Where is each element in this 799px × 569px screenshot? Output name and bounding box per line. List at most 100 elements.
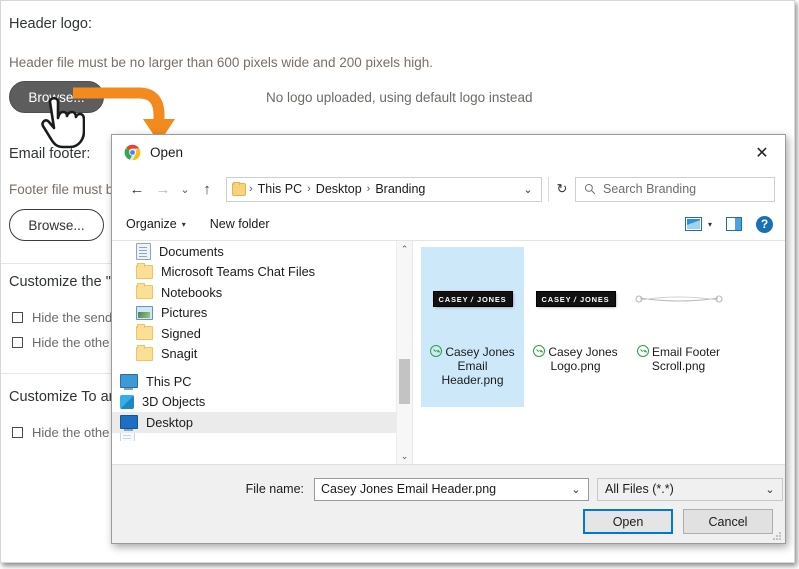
view-mode-button[interactable]: ▾ xyxy=(684,217,712,231)
checkmark-icon xyxy=(430,345,443,357)
recent-locations-icon[interactable]: ⌄ xyxy=(176,175,194,203)
file-name-label: Email Footer Scroll.png xyxy=(631,345,726,373)
dialog-body: Documents Microsoft Teams Chat Files Not… xyxy=(112,241,785,464)
chevron-down-icon: ▾ xyxy=(181,219,186,229)
scroll-up-icon[interactable]: ⌃ xyxy=(397,241,412,257)
search-placeholder: Search Branding xyxy=(603,182,697,196)
folder-icon xyxy=(136,344,153,361)
tree-item-label: Microsoft Teams Chat Files xyxy=(161,264,316,280)
tree-item-notebooks[interactable]: Notebooks xyxy=(112,282,412,303)
logo-text-jones: JONES xyxy=(580,294,610,304)
logo-text-jones: JONES xyxy=(477,294,507,304)
file-item-casey-jones-email-header[interactable]: CASEY / JONES Casey Jones Email Header.p… xyxy=(421,247,524,407)
tree-item-label: Documents xyxy=(159,243,224,259)
tree-item-label: This PC xyxy=(146,373,192,389)
checkbox-hide-sender[interactable] xyxy=(12,312,23,323)
dialog-button-row: Open Cancel xyxy=(583,509,773,534)
help-icon[interactable]: ? xyxy=(756,215,773,233)
view-mode-icon xyxy=(684,217,702,231)
file-item-email-footer-scroll[interactable]: Email Footer Scroll.png xyxy=(627,247,730,407)
scroll-down-icon[interactable]: ⌄ xyxy=(397,448,412,464)
hand-pointer-cursor xyxy=(41,96,85,149)
tree-item-partial[interactable] xyxy=(112,432,412,441)
checkbox-row-hide-other-1[interactable]: Hide the othe xyxy=(12,335,109,350)
navigation-pane: Documents Microsoft Teams Chat Files Not… xyxy=(112,241,412,464)
back-icon[interactable]: ← xyxy=(124,175,150,203)
logo-text-casey: CASEY xyxy=(438,294,469,304)
scroll-ornament-thumbnail xyxy=(634,295,723,303)
resize-grip[interactable] xyxy=(773,532,782,541)
toolbar-right-group: ▾ ? xyxy=(684,215,773,233)
search-input[interactable]: Search Branding xyxy=(575,176,775,202)
screenshot-frame: Header logo: Header file must be no larg… xyxy=(0,0,795,563)
customize-section-2-label: Customize To ar xyxy=(9,389,114,405)
breadcrumb-branding[interactable]: Branding xyxy=(371,182,429,196)
checkbox-row-hide-other-2[interactable]: Hide the othe xyxy=(12,425,109,440)
chevron-down-icon[interactable]: ⌄ xyxy=(760,483,780,496)
file-thumbnail: CASEY / JONES xyxy=(425,253,520,345)
scrollbar-thumb[interactable] xyxy=(399,359,410,404)
forward-icon[interactable]: → xyxy=(150,175,176,203)
document-icon xyxy=(120,432,135,441)
close-icon[interactable]: ✕ xyxy=(739,135,785,170)
address-bar[interactable]: › This PC › Desktop › Branding ⌄ xyxy=(226,176,542,202)
3d-objects-icon xyxy=(120,394,134,409)
checkbox-hide-other-2[interactable] xyxy=(12,427,23,438)
dialog-footer: File name: Casey Jones Email Header.png … xyxy=(112,464,785,543)
header-help-text: Header file must be no larger than 600 p… xyxy=(9,55,434,70)
footer-help-text: Footer file must b xyxy=(9,182,114,197)
organize-label: Organize xyxy=(126,217,177,231)
open-button[interactable]: Open xyxy=(583,509,673,534)
tree-item-label: Signed xyxy=(161,325,201,341)
tree-item-snagit[interactable]: Snagit xyxy=(112,344,412,365)
checkbox-hide-sender-label: Hide the send xyxy=(32,310,113,325)
breadcrumb-desktop[interactable]: Desktop xyxy=(312,182,366,196)
file-item-casey-jones-logo[interactable]: CASEY / JONES Casey Jones Logo.png xyxy=(524,247,627,407)
tree-item-signed[interactable]: Signed xyxy=(112,323,412,344)
refresh-icon[interactable]: ↻ xyxy=(548,176,575,202)
breadcrumb-this-pc[interactable]: This PC xyxy=(254,182,306,196)
filetype-value: All Files (*.*) xyxy=(605,482,674,496)
chevron-down-icon[interactable]: ⌄ xyxy=(517,178,539,201)
checkbox-hide-other-1-label: Hide the othe xyxy=(32,335,110,350)
preview-pane-icon[interactable] xyxy=(726,217,742,231)
checkbox-hide-other-2-label: Hide the othe xyxy=(32,425,110,440)
cancel-button[interactable]: Cancel xyxy=(683,509,773,534)
search-icon xyxy=(584,183,596,195)
tree-item-this-pc[interactable]: This PC xyxy=(112,371,412,392)
checkbox-row-hide-sender[interactable]: Hide the send xyxy=(12,310,112,325)
new-folder-button[interactable]: New folder xyxy=(210,217,270,231)
navigation-pane-scrollbar[interactable]: ⌃ ⌄ xyxy=(396,241,412,464)
dialog-navbar: ← → ⌄ ↑ › This PC › Desktop › Branding ⌄… xyxy=(112,170,785,208)
file-list-view[interactable]: CASEY / JONES Casey Jones Email Header.p… xyxy=(412,241,785,464)
dialog-toolbar: Organize ▾ New folder ▾ ? xyxy=(112,208,785,241)
tree-item-microsoft-teams-chat-files[interactable]: Microsoft Teams Chat Files xyxy=(112,262,412,283)
organize-button[interactable]: Organize ▾ xyxy=(126,217,186,231)
tree-item-pictures[interactable]: Pictures xyxy=(112,303,412,324)
tree-item-label: Notebooks xyxy=(161,284,223,300)
tree-item-documents[interactable]: Documents xyxy=(112,241,412,262)
chrome-icon xyxy=(124,144,141,161)
tree-item-3d-objects[interactable]: 3D Objects xyxy=(112,392,412,413)
tree-item-label: Pictures xyxy=(161,305,208,321)
filename-label: File name: xyxy=(245,482,304,496)
filename-input[interactable]: Casey Jones Email Header.png ⌄ xyxy=(314,477,589,501)
browse-footer-button[interactable]: Browse... xyxy=(9,209,104,241)
file-thumbnail xyxy=(631,253,726,345)
up-icon[interactable]: ↑ xyxy=(194,175,220,203)
checkmark-icon xyxy=(636,345,649,357)
tree-item-label: Desktop xyxy=(146,414,193,430)
tree-item-desktop[interactable]: Desktop xyxy=(112,412,412,433)
document-icon xyxy=(136,242,151,260)
casey-jones-logo-thumbnail: CASEY / JONES xyxy=(433,292,512,306)
filename-row: File name: Casey Jones Email Header.png … xyxy=(112,477,785,501)
checkbox-hide-other-1[interactable] xyxy=(12,337,23,348)
pictures-icon xyxy=(136,305,153,320)
folder-icon xyxy=(232,181,246,196)
desktop-icon xyxy=(120,415,138,432)
chevron-down-icon[interactable]: ⌄ xyxy=(566,483,586,496)
folder-icon xyxy=(136,283,153,300)
header-logo-label: Header logo: xyxy=(9,16,93,32)
filename-value: Casey Jones Email Header.png xyxy=(321,482,497,496)
filetype-select[interactable]: All Files (*.*) ⌄ xyxy=(597,477,783,501)
